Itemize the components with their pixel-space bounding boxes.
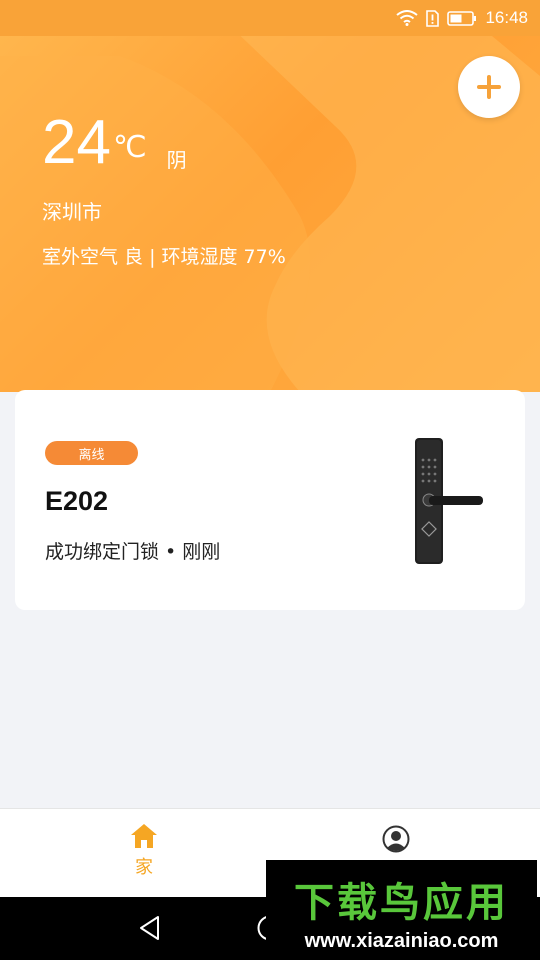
plus-icon xyxy=(477,75,501,99)
temperature-display: 24 ℃ 阴 xyxy=(42,108,187,178)
status-badge: 离线 xyxy=(45,441,138,465)
watermark-url: www.xiazainiao.com xyxy=(304,930,499,952)
device-card[interactable]: 离线 E202 成功绑定门锁 • 刚刚 xyxy=(15,390,525,610)
watermark-title: 下载鸟应用 xyxy=(294,880,509,926)
device-event: 成功绑定门锁 • 刚刚 xyxy=(45,541,221,563)
temperature-unit: ℃ xyxy=(112,130,147,165)
nav-home-tab[interactable]: 家 xyxy=(96,823,192,879)
wifi-icon xyxy=(396,10,419,26)
back-icon[interactable] xyxy=(138,915,162,941)
air-quality-info: 室外空气 良 | 环境湿度 77% xyxy=(42,246,286,268)
nav-profile-tab[interactable] xyxy=(350,825,442,853)
door-lock-image xyxy=(415,438,483,564)
status-bar: 16:48 xyxy=(0,0,540,36)
weather-condition: 阴 xyxy=(166,148,187,172)
status-time: 16:48 xyxy=(485,8,528,27)
weather-header: 24 ℃ 阴 深圳市 室外空气 良 | 环境湿度 77% xyxy=(0,36,540,392)
profile-icon xyxy=(382,825,410,853)
nav-home-label: 家 xyxy=(135,857,153,878)
add-device-button[interactable] xyxy=(458,56,520,118)
home-icon xyxy=(131,824,157,848)
battery-icon xyxy=(447,10,477,26)
watermark: 下载鸟应用 www.xiazainiao.com xyxy=(266,860,537,960)
sim-alert-icon xyxy=(426,9,440,27)
status-icons: 16:48 xyxy=(396,7,528,29)
city-name: 深圳市 xyxy=(42,200,102,224)
device-name: E202 xyxy=(45,486,109,516)
temperature-value: 24 xyxy=(42,108,111,177)
